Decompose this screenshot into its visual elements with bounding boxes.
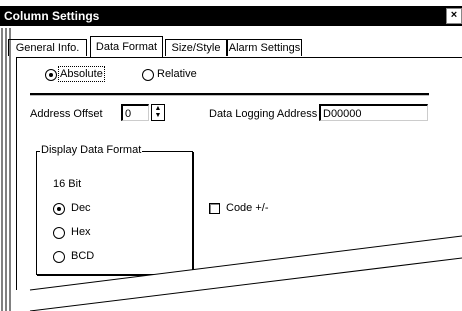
tab-data-format[interactable]: Data Format (90, 36, 163, 57)
column-settings-dialog: Column Settings × General Info. Data For… (0, 0, 462, 311)
cutaway-edge (0, 28, 462, 311)
